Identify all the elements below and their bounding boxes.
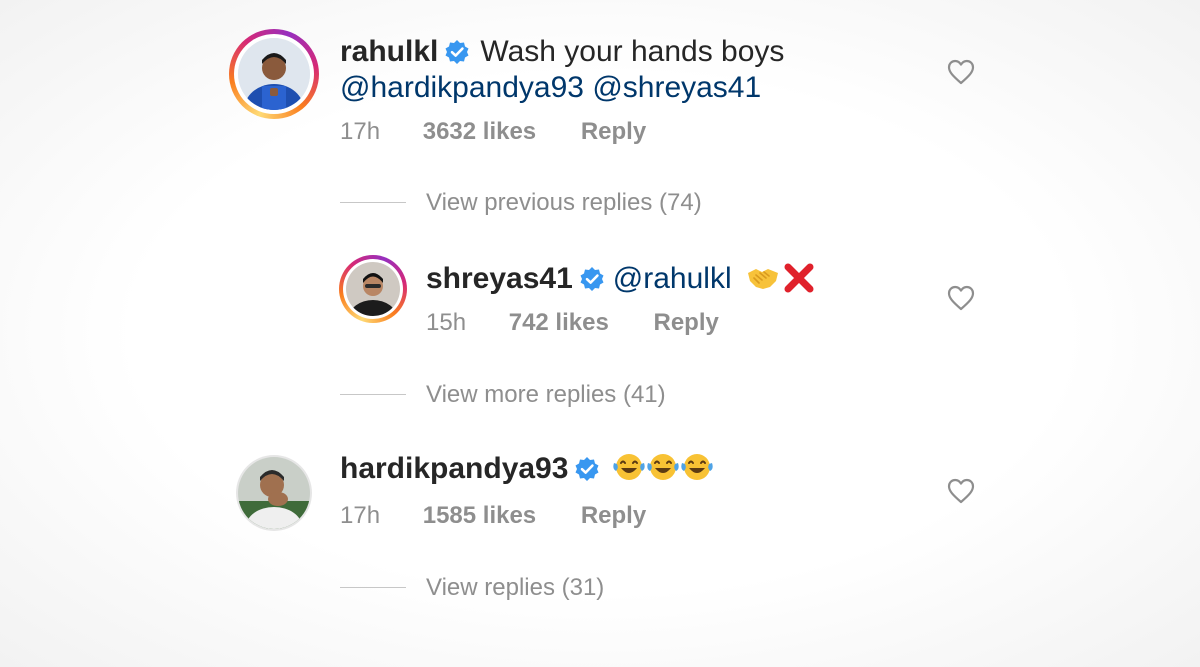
view-replies-link[interactable]: View replies (31) xyxy=(426,573,604,603)
face-with-tears-of-joy-emoji xyxy=(612,451,646,492)
timestamp: 17h xyxy=(340,118,381,145)
view-replies-divider xyxy=(340,394,406,395)
comment-mentions-line: @hardikpandya93 @shreyas41 xyxy=(340,70,761,106)
heart-icon[interactable] xyxy=(947,285,975,311)
username[interactable]: shreyas41 xyxy=(426,262,573,295)
likes-count[interactable]: 742 likes xyxy=(509,309,609,336)
reply-button[interactable]: Reply xyxy=(581,502,646,529)
mention-hardikpandya93[interactable]: @hardikpandya93 xyxy=(340,71,584,104)
username[interactable]: rahulkl xyxy=(340,35,438,68)
comment-meta: 17h 3632 likes Reply xyxy=(340,117,646,147)
username[interactable]: hardikpandya93 xyxy=(340,452,568,485)
verified-badge-icon xyxy=(579,265,605,301)
comment-text: Wash your hands boys xyxy=(480,35,785,68)
cross-mark-emoji xyxy=(782,263,816,302)
timestamp: 17h xyxy=(340,502,381,529)
view-replies-link[interactable]: View more replies (41) xyxy=(426,380,666,410)
handshake-emoji xyxy=(746,263,780,302)
avatar-photo-rahulkl xyxy=(238,38,310,110)
view-replies-link[interactable]: View previous replies (74) xyxy=(426,188,702,218)
likes-count[interactable]: 1585 likes xyxy=(423,502,536,529)
mention-shreyas41[interactable]: @shreyas41 xyxy=(592,71,761,104)
mention-rahulkl[interactable]: @rahulkl xyxy=(613,262,732,295)
face-with-tears-of-joy-emoji xyxy=(646,451,680,492)
comment-main-line: hardikpandya93 xyxy=(340,451,714,492)
likes-count[interactable]: 3632 likes xyxy=(423,118,536,145)
comment-meta: 17h 1585 likes Reply xyxy=(340,501,646,531)
verified-badge-icon xyxy=(444,38,470,74)
view-replies-divider xyxy=(340,587,406,588)
reply-button[interactable]: Reply xyxy=(653,309,718,336)
comment-main-line: shreyas41 @rahulkl xyxy=(426,261,816,302)
heart-icon[interactable] xyxy=(947,478,975,504)
avatar-hardikpandya93[interactable] xyxy=(236,455,312,531)
comment-main-line: rahulkl Wash your hands boys xyxy=(340,34,784,74)
view-replies-divider xyxy=(340,202,406,203)
profile-picture-icon xyxy=(238,457,310,529)
profile-picture-icon xyxy=(238,38,310,110)
avatar-shreyas41[interactable] xyxy=(339,255,407,323)
comment-meta: 15h 742 likes Reply xyxy=(426,308,719,338)
face-with-tears-of-joy-emoji xyxy=(680,451,714,492)
avatar-rahulkl[interactable] xyxy=(229,29,319,119)
verified-badge-icon xyxy=(574,455,600,491)
timestamp: 15h xyxy=(426,309,467,336)
heart-icon[interactable] xyxy=(947,59,975,85)
avatar-photo-shreyas41 xyxy=(346,262,400,316)
reply-button[interactable]: Reply xyxy=(581,118,646,145)
avatar-photo-hardikpandya93 xyxy=(238,457,310,529)
profile-picture-icon xyxy=(346,262,400,316)
